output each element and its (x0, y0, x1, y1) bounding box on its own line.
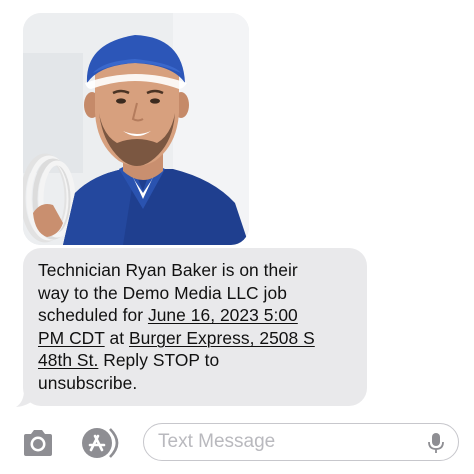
time-link[interactable]: PM CDT (38, 328, 105, 348)
message-line: 48th St. Reply STOP to (38, 350, 220, 371)
message-line: PM CDT at Burger Express, 2508 S (38, 327, 315, 348)
message-line: way to the Demo Media LLC job (38, 282, 287, 303)
message-field[interactable] (143, 423, 459, 461)
camera-button[interactable] (20, 428, 56, 458)
date-link[interactable]: June 16, 2023 5:00 (148, 305, 298, 325)
message-line: Technician Ryan Baker is on their (38, 260, 298, 280)
technician-photo-image (23, 13, 249, 245)
bubble-tail (16, 388, 36, 407)
message-text: Technician Ryan Baker is on their way to… (38, 259, 353, 395)
message-line: scheduled for June 16, 2023 5:00 (38, 305, 298, 326)
microphone-icon (428, 433, 444, 453)
app-store-icon (82, 428, 119, 458)
address-link-cont[interactable]: 48th St. (38, 350, 98, 370)
incoming-message-bubble[interactable]: Technician Ryan Baker is on their way to… (23, 248, 367, 406)
microphone-button[interactable] (427, 432, 445, 454)
address-link[interactable]: Burger Express, 2508 S (129, 328, 315, 348)
camera-icon (24, 430, 52, 456)
text-message-input[interactable] (158, 428, 408, 456)
message-line: unsubscribe. (38, 372, 138, 393)
messages-screen: Technician Ryan Baker is on their way to… (0, 0, 474, 474)
apps-button[interactable] (80, 426, 126, 460)
technician-photo[interactable] (23, 13, 249, 245)
